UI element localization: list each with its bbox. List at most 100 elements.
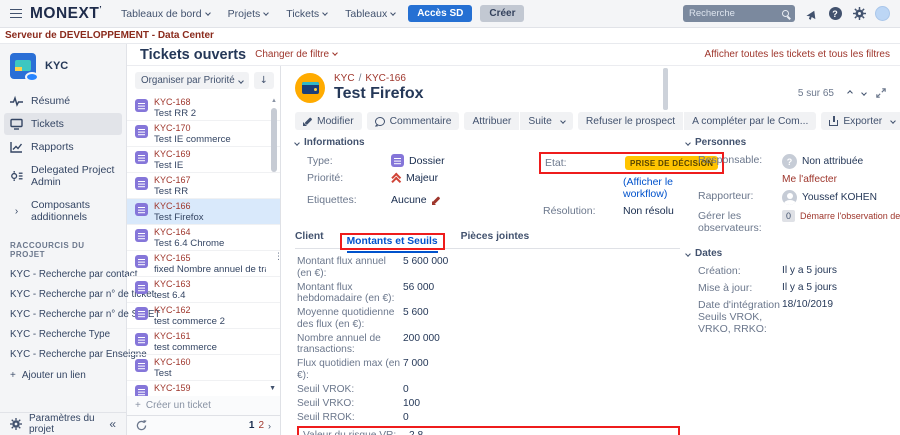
user-avatar[interactable]: [875, 6, 890, 21]
search-box[interactable]: [683, 5, 795, 22]
page-current[interactable]: 1: [249, 420, 255, 431]
ticket-row[interactable]: KYC-165fixed Nombre annuel de transa...: [127, 251, 280, 277]
gear-icon[interactable]: [851, 6, 867, 22]
page-2-link[interactable]: 2: [258, 420, 264, 431]
ticket-row-selected[interactable]: KYC-166Test Firefox: [127, 199, 280, 225]
ticket-summary: Test 6.4 Chrome: [154, 238, 224, 250]
show-all-tickets-link[interactable]: Afficher toutes les tickets et tous les …: [705, 49, 890, 60]
add-link-button[interactable]: Ajouter un lien: [0, 364, 126, 387]
ticket-row[interactable]: KYC-167Test RR: [127, 173, 280, 199]
list-filter-caret-icon[interactable]: ▼: [269, 385, 276, 392]
tab-client[interactable]: Client: [295, 229, 324, 248]
refresh-icon[interactable]: [136, 420, 147, 431]
hamburger-menu-icon[interactable]: [10, 9, 22, 18]
transition-button-group: Refuser le prospect A compléter par le C…: [578, 112, 816, 130]
ticket-row[interactable]: KYC-162test commerce 2: [127, 303, 280, 329]
ticket-row[interactable]: KYC-163test 6.4: [127, 277, 280, 303]
previous-ticket-icon[interactable]: [847, 90, 853, 96]
assign-button[interactable]: Attribuer: [464, 112, 519, 130]
menu-boards[interactable]: Tableaux: [340, 8, 400, 20]
page-next-arrow[interactable]: ›: [268, 421, 271, 431]
sidebar-item-label: Rapports: [31, 141, 74, 153]
sidebar-item-delegated-admin[interactable]: Delegated Project Admin: [4, 159, 122, 193]
tab-pieces-jointes[interactable]: Pièces jointes: [461, 229, 530, 248]
sidebar-item-tickets[interactable]: Tickets: [4, 113, 122, 135]
edit-labels-pencil-icon[interactable]: [432, 196, 441, 205]
shortcut-recherche-contact[interactable]: KYC - Recherche par contact: [0, 264, 126, 284]
ticket-list-panel: Organiser par Priorité ↓ KYC-168Test RR …: [127, 66, 281, 435]
detail-tabs: Client Montants et Seuils Pièces jointes: [295, 229, 680, 249]
ticket-key: KYC-167: [154, 175, 191, 186]
ticket-key: KYC-170: [154, 123, 231, 134]
comment-button[interactable]: Commentaire: [367, 112, 460, 130]
shortcut-recherche-ticket[interactable]: KYC - Recherche par n° de ticket: [0, 284, 126, 304]
search-input[interactable]: [689, 8, 778, 19]
expand-icon[interactable]: [876, 88, 886, 98]
scrollbar-up-arrow[interactable]: ▲: [271, 98, 277, 104]
active-tab-annotation-box: Montants et Seuils: [340, 233, 445, 250]
informations-section-header[interactable]: Informations: [295, 137, 680, 148]
ticket-row[interactable]: KYC-161test commerce: [127, 329, 280, 355]
ticket-row[interactable]: KYC-169Test IE: [127, 147, 280, 173]
ticket-row[interactable]: KYC-164Test 6.4 Chrome: [127, 225, 280, 251]
help-icon[interactable]: [827, 6, 843, 22]
project-header[interactable]: KYC: [0, 44, 126, 89]
breadcrumb-project-link[interactable]: KYC: [334, 73, 355, 84]
shortcut-recherche-type[interactable]: KYC - Recherche Type: [0, 324, 126, 344]
list-scrollbar-thumb[interactable]: [271, 108, 277, 172]
project-name: KYC: [45, 60, 68, 72]
panel-resize-handle[interactable]: ⋮: [274, 251, 283, 262]
ticket-type-icon: [135, 307, 148, 320]
project-settings-label[interactable]: Paramètres du projet: [29, 413, 102, 435]
shortcut-recherche-enseigne[interactable]: KYC - Recherche par Enseigne: [0, 344, 126, 364]
detail-scrollbar-thumb[interactable]: [663, 68, 668, 110]
create-ticket-link[interactable]: Créer un ticket: [127, 396, 280, 415]
ticket-summary: test 6.4: [154, 290, 191, 302]
ticket-type-icon: [135, 385, 148, 396]
feedback-megaphone-icon[interactable]: [803, 6, 819, 22]
unassigned-avatar-icon: ?: [782, 154, 797, 169]
informations-grid: Type:Dossier Priorité:Majeur Etiquettes:…: [295, 154, 680, 222]
modify-button[interactable]: Modifier: [295, 112, 362, 130]
ticket-row[interactable]: KYC-159: [127, 381, 280, 396]
change-filter-link[interactable]: Changer de filtre: [255, 49, 337, 60]
ticket-key: KYC-169: [154, 149, 191, 160]
dates-section-header[interactable]: Dates: [686, 248, 890, 259]
sidebar-item-additional-components[interactable]: › Composants additionnels: [4, 194, 122, 228]
ticket-row[interactable]: KYC-170Test IE commerce: [127, 121, 280, 147]
updated-value: Il y a 5 jours: [782, 282, 837, 293]
sort-direction-button[interactable]: ↓: [254, 72, 274, 89]
collapse-sidebar-icon[interactable]: «: [109, 417, 116, 431]
start-watching-link[interactable]: Démarre l'observation de ce ticket: [800, 211, 900, 221]
people-section-header[interactable]: Personnes: [686, 137, 890, 148]
breadcrumb-ticket-link[interactable]: KYC-166: [365, 73, 406, 84]
next-ticket-icon[interactable]: [861, 90, 867, 96]
ticket-type-icon: [135, 229, 148, 242]
export-button[interactable]: Exporter: [821, 112, 900, 130]
suite-dropdown-button[interactable]: Suite: [520, 112, 572, 130]
field-value: 5 600: [403, 307, 429, 330]
ticket-row[interactable]: KYC-160Test: [127, 355, 280, 381]
menu-dashboards[interactable]: Tableaux de bord: [116, 8, 215, 20]
menu-tickets[interactable]: Tickets: [281, 8, 332, 20]
acces-sd-button[interactable]: Accès SD: [408, 5, 472, 22]
create-button[interactable]: Créer: [480, 5, 524, 22]
shortcut-recherche-siret[interactable]: KYC - Recherche par n° de SIRET: [0, 304, 126, 324]
sidebar-item-resume[interactable]: Résumé: [4, 90, 122, 112]
type-label: Type:: [307, 155, 391, 167]
sidebar-item-reports[interactable]: Rapports: [4, 136, 122, 158]
show-workflow-link[interactable]: (Afficher le workflow): [623, 176, 683, 200]
montants-fields: Montant flux annuel (en €):5 600 000 Mon…: [295, 249, 680, 435]
assign-to-me-link[interactable]: Me l'affecter: [782, 174, 837, 185]
ticket-row[interactable]: KYC-168Test RR 2: [127, 95, 280, 121]
field-value: 5 600 000: [403, 256, 448, 279]
labels-label: Etiquettes:: [307, 194, 391, 206]
updated-label: Mise à jour:: [698, 282, 782, 294]
tab-montants-et-seuils[interactable]: Montants et Seuils: [347, 234, 438, 253]
ticket-detail-panel: KYC / KYC-166 Test Firefox 5 sur 65: [281, 66, 900, 435]
menu-projects[interactable]: Projets: [223, 8, 274, 20]
refuse-prospect-button[interactable]: Refuser le prospect: [578, 112, 683, 130]
sort-dropdown[interactable]: Organiser par Priorité: [135, 72, 249, 89]
monext-logo[interactable]: MONEXT’: [30, 5, 102, 23]
complete-by-com-button[interactable]: A compléter par le Com...: [684, 112, 816, 130]
